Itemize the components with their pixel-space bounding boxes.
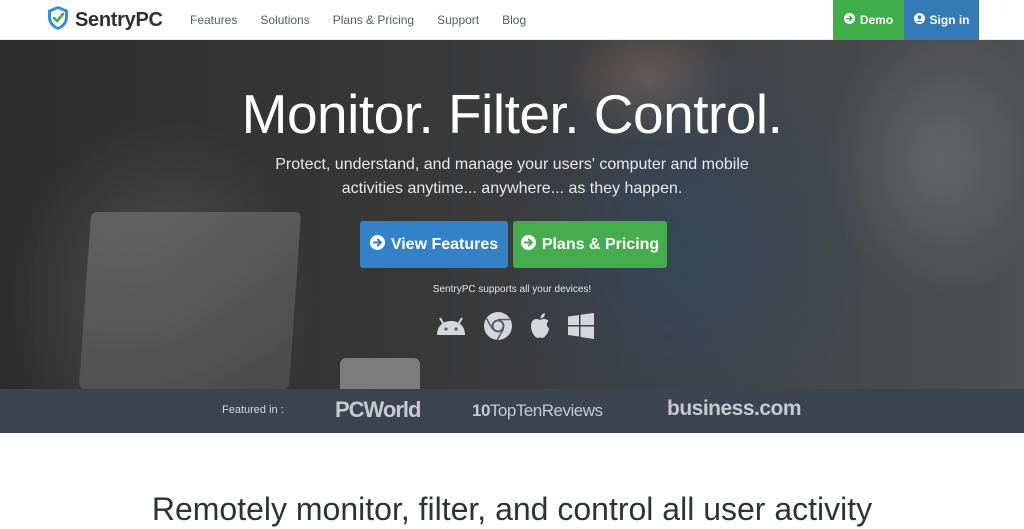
top-navbar: SentryPC Features Solutions Plans & Pric…: [0, 0, 1024, 40]
arrow-circle-right-icon: [369, 234, 385, 255]
plans-pricing-label: Plans & Pricing: [541, 235, 660, 253]
hero-subtitle: Protect, understand, and manage your use…: [275, 156, 749, 197]
section-heading: Remotely monitor, filter, and control al…: [151, 491, 873, 527]
nav-link-blog[interactable]: Blog: [502, 13, 526, 27]
signin-button[interactable]: Sign in: [904, 0, 979, 40]
view-features-label: View Features: [390, 235, 499, 253]
toptenreviews-logo: 10TopTenReviews: [472, 401, 603, 420]
nav-links: Features Solutions Plans & Pricing Suppo…: [190, 0, 549, 40]
device-icons: [434, 311, 595, 346]
logo-text: SentryPC: [75, 8, 163, 31]
nav-link-features[interactable]: Features: [190, 13, 237, 27]
arrow-circle-right-icon: [843, 13, 855, 27]
hero-banner: Monitor. Filter. Control. Protect, under…: [0, 40, 1024, 389]
signin-button-label: Sign in: [929, 13, 970, 27]
shield-logo-icon: [47, 5, 69, 36]
android-icon: [434, 313, 468, 344]
nav-link-solutions[interactable]: Solutions: [260, 13, 309, 27]
devices-note: SentryPC supports all your devices!: [432, 284, 592, 295]
demo-button[interactable]: Demo: [833, 0, 904, 40]
featured-in-bar: Featured in : PCWorld 10TopTenReviews bu…: [0, 389, 1024, 433]
apple-icon: [528, 312, 552, 345]
arrow-circle-right-icon: [520, 234, 536, 255]
chrome-icon: [483, 311, 513, 346]
hero-title: Monitor. Filter. Control.: [241, 83, 783, 145]
nav-link-plans-pricing[interactable]: Plans & Pricing: [333, 13, 414, 27]
featured-in-label: Featured in :: [222, 404, 284, 416]
user-circle-icon: [913, 13, 925, 27]
windows-icon: [567, 312, 595, 345]
nav-link-support[interactable]: Support: [437, 13, 479, 27]
business-com-logo: business.com: [667, 397, 802, 420]
demo-button-label: Demo: [859, 13, 894, 27]
view-features-button[interactable]: View Features: [360, 221, 508, 268]
logo[interactable]: SentryPC: [47, 5, 163, 36]
pcworld-logo: PCWorld: [335, 397, 421, 422]
plans-pricing-button[interactable]: Plans & Pricing: [513, 221, 667, 268]
topten-badge-icon: 10: [472, 401, 490, 420]
